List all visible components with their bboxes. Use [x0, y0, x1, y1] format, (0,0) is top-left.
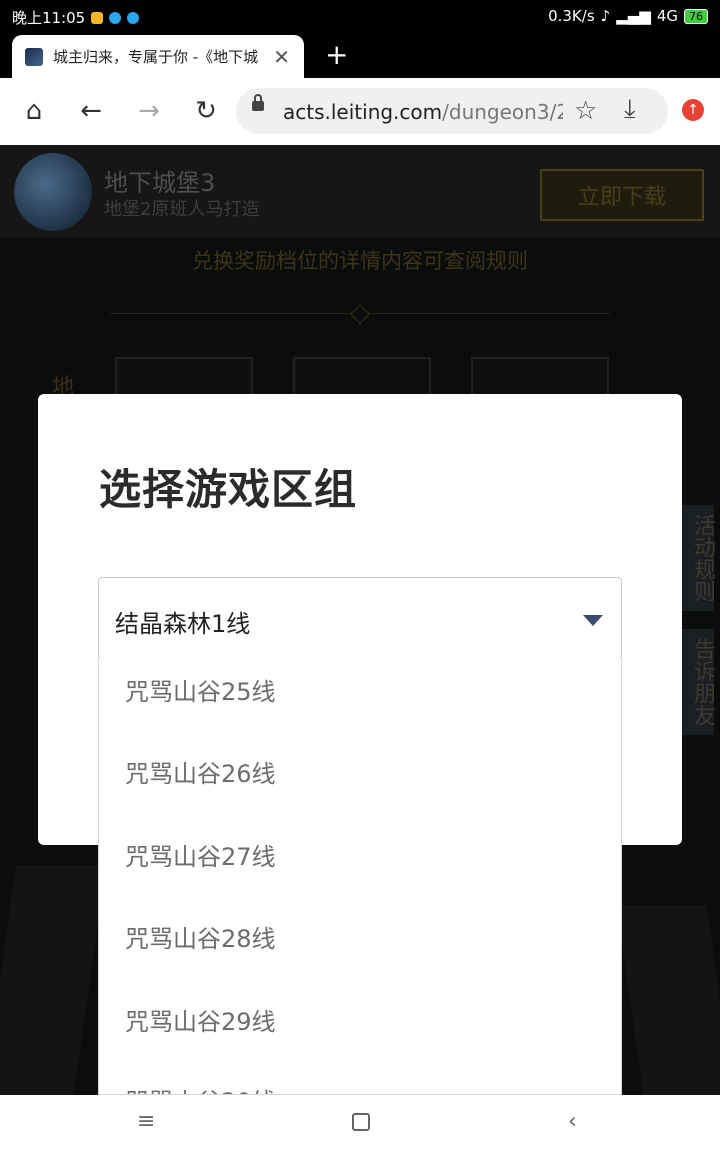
forward-icon[interactable]: →	[131, 93, 167, 129]
download-button[interactable]: 立即下载	[540, 169, 704, 221]
network-speed: 0.3K/s	[548, 7, 595, 25]
system-nav-bar: ≡ ‹	[0, 1095, 720, 1152]
battery-icon: 76	[684, 8, 708, 24]
home-icon[interactable]: ⌂	[16, 93, 52, 129]
address-bar[interactable]: acts.leiting.com/dungeon3/202 ☆ ⤓	[236, 88, 668, 134]
extension-icon[interactable]: ↑	[682, 99, 704, 121]
server-dropdown-list[interactable]: 咒骂山谷25线 咒骂山谷26线 咒骂山谷27线 咒骂山谷28线 咒骂山谷29线 …	[98, 658, 622, 1095]
new-tab-icon[interactable]: +	[325, 38, 348, 71]
server-option[interactable]: 咒骂山谷25线	[125, 672, 276, 707]
site-favicon-icon	[25, 47, 43, 66]
game-subtitle: 地堡2原班人马打造	[104, 199, 260, 220]
server-option[interactable]: 咒骂山谷26线	[125, 754, 276, 789]
url-text[interactable]: acts.leiting.com/dungeon3/202	[283, 100, 563, 124]
lock-icon	[252, 94, 264, 111]
notification-app-icon	[127, 11, 140, 24]
clock: 晚上11:05	[12, 9, 86, 27]
dialog-title: 选择游戏区组	[99, 465, 358, 514]
server-option[interactable]: 咒骂山谷28线	[125, 919, 276, 954]
mute-icon: ♪	[600, 7, 611, 25]
rules-hint: 兑换奖励档位的详情内容可查阅规则	[192, 249, 528, 273]
share-side-tab[interactable]: 告诉朋友	[680, 629, 715, 735]
server-select[interactable]: 结晶森林1线	[98, 577, 622, 659]
reload-icon[interactable]: ↻	[188, 93, 224, 129]
notification-app-icon	[109, 11, 122, 24]
chevron-down-icon	[583, 615, 603, 626]
background-rock	[616, 905, 720, 1095]
back-button-icon[interactable]: ‹	[568, 1109, 577, 1134]
server-option[interactable]: 咒骂山谷30线	[125, 1082, 276, 1094]
notification-app-icon	[91, 11, 104, 24]
bookmark-star-icon[interactable]: ☆	[574, 96, 597, 126]
game-logo	[14, 153, 92, 231]
background-rock	[0, 865, 107, 1095]
menu-icon[interactable]: ≡	[137, 1109, 155, 1134]
back-icon[interactable]: ←	[73, 93, 109, 129]
divider-ornament	[350, 304, 370, 324]
close-tab-icon[interactable]: ✕	[273, 45, 290, 69]
home-button-icon[interactable]	[352, 1113, 370, 1131]
selected-server: 结晶森林1线	[115, 610, 251, 638]
server-option[interactable]: 咒骂山谷27线	[125, 837, 276, 872]
tab-strip: 城主归来，专属于你 -《地下城 ✕ +	[0, 32, 720, 78]
rules-side-tab[interactable]: 活动规则	[680, 505, 715, 611]
network-type: 4G	[656, 7, 678, 25]
page-header: 地下城堡3 地堡2原班人马打造 立即下载	[0, 145, 720, 237]
tab-title: 城主归来，专属于你 -《地下城	[53, 48, 259, 66]
server-option[interactable]: 咒骂山谷29线	[125, 1002, 276, 1037]
signal-icon: ▂▄▆	[616, 7, 651, 25]
browser-tab[interactable]: 城主归来，专属于你 -《地下城 ✕	[12, 35, 304, 78]
toolbar: ⌂ ← → ↻ acts.leiting.com/dungeon3/202 ☆ …	[0, 78, 720, 145]
download-icon[interactable]: ⤓	[624, 94, 636, 125]
game-name: 地下城堡3	[104, 169, 216, 197]
status-bar: 晚上11:05 0.3K/s ♪ ▂▄▆ 4G 76	[0, 0, 720, 32]
